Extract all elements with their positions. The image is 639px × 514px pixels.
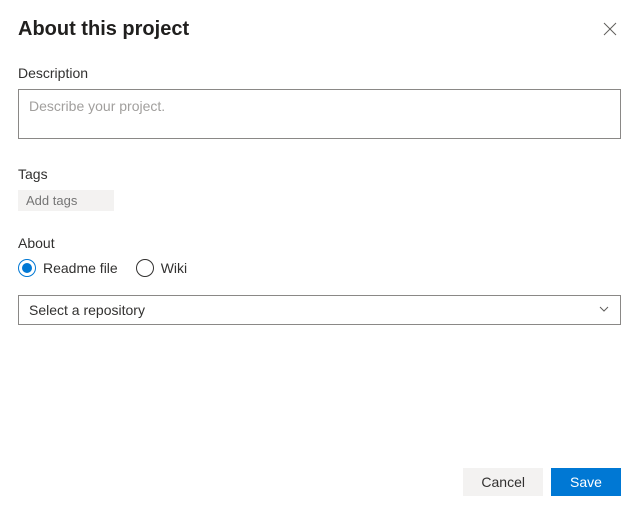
about-label: About — [18, 235, 621, 251]
radio-unselected-icon — [136, 259, 154, 277]
chevron-down-icon — [598, 302, 610, 318]
about-radio-group: Readme file Wiki — [18, 259, 621, 277]
tags-section: Tags — [18, 166, 621, 211]
save-button[interactable]: Save — [551, 468, 621, 496]
cancel-button[interactable]: Cancel — [463, 468, 543, 496]
radio-readme-label: Readme file — [43, 260, 118, 276]
description-textarea[interactable] — [18, 89, 621, 139]
tags-input[interactable] — [18, 190, 114, 211]
about-project-dialog: About this project Description Tags Abou… — [0, 0, 639, 514]
close-button[interactable] — [599, 18, 621, 43]
dialog-footer: Cancel Save — [18, 468, 621, 514]
radio-wiki[interactable]: Wiki — [136, 259, 187, 277]
dialog-header: About this project — [18, 18, 621, 43]
dialog-title: About this project — [18, 18, 189, 41]
description-label: Description — [18, 65, 621, 81]
radio-selected-icon — [18, 259, 36, 277]
repository-dropdown[interactable]: Select a repository — [18, 295, 621, 325]
radio-readme[interactable]: Readme file — [18, 259, 118, 277]
about-section: About Readme file Wiki Select a reposito… — [18, 235, 621, 325]
radio-wiki-label: Wiki — [161, 260, 187, 276]
close-icon — [603, 22, 617, 39]
repository-dropdown-text: Select a repository — [29, 302, 145, 318]
tags-label: Tags — [18, 166, 621, 182]
description-section: Description — [18, 65, 621, 142]
